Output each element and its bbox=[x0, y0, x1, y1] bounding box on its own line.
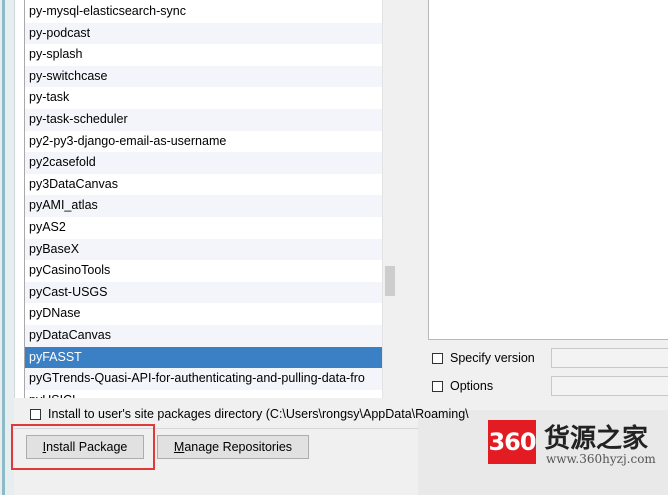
package-list-item[interactable]: py-splash bbox=[25, 44, 382, 66]
package-list-item[interactable]: pyGTrends-Quasi-API-for-authenticating-a… bbox=[25, 368, 382, 390]
options-option[interactable]: Options bbox=[432, 376, 493, 396]
package-list-item[interactable]: pyCasinoTools bbox=[25, 260, 382, 282]
package-list-item[interactable]: py-podcast bbox=[25, 22, 382, 45]
specify-version-label: Specify version bbox=[450, 351, 535, 365]
specify-version-option[interactable]: Specify version bbox=[432, 348, 535, 368]
options-checkbox[interactable] bbox=[432, 380, 443, 392]
window-left-border bbox=[0, 0, 15, 495]
install-button-highlight bbox=[11, 424, 155, 470]
watermark-url: www.360hyzj.com bbox=[546, 452, 656, 466]
watermark-logo: 360 bbox=[488, 420, 537, 464]
package-description-box bbox=[428, 0, 668, 340]
package-list-item[interactable]: py-task-scheduler bbox=[25, 109, 382, 131]
user-site-packages-option[interactable]: Install to user's site packages director… bbox=[30, 404, 488, 424]
available-packages-list[interactable]: py-mysql-elasticsearch-sync py-podcast py-… bbox=[24, 0, 398, 399]
package-list-item[interactable]: pyDataCanvas bbox=[25, 325, 382, 347]
manage-repositories-mnemonic: M bbox=[173, 440, 185, 454]
package-list-item[interactable]: pyDNase bbox=[25, 303, 382, 325]
package-list-item[interactable]: py2casefold bbox=[25, 152, 382, 174]
package-list-item[interactable]: pyCast-USGS bbox=[25, 281, 382, 304]
user-site-packages-label: Install to user's site packages director… bbox=[48, 407, 469, 421]
package-list-item[interactable]: pyAMI_atlas bbox=[25, 195, 382, 217]
version-select[interactable] bbox=[551, 348, 668, 368]
package-list-item[interactable]: py3DataCanvas bbox=[25, 174, 382, 196]
package-list-item[interactable]: py-switchcase bbox=[25, 65, 382, 88]
manage-repositories-button[interactable]: Manage Repositories bbox=[157, 435, 309, 459]
package-list-item[interactable]: py2-py3-django-email-as-username bbox=[25, 131, 382, 153]
package-list-item[interactable]: pyAS2 bbox=[25, 217, 382, 239]
specify-version-checkbox[interactable] bbox=[432, 352, 443, 364]
package-list-item[interactable]: py-task bbox=[25, 87, 382, 109]
manage-repositories-label: anage Repositories bbox=[184, 440, 293, 454]
scrollbar-thumb[interactable] bbox=[385, 266, 395, 296]
package-list-item[interactable]: pyFASST bbox=[25, 346, 382, 369]
options-label: Options bbox=[450, 379, 494, 393]
user-site-packages-checkbox[interactable] bbox=[30, 408, 41, 420]
package-list-item[interactable]: pyBaseX bbox=[25, 238, 382, 261]
watermark-title: 货源之家 bbox=[544, 424, 649, 454]
options-input[interactable] bbox=[551, 376, 668, 396]
package-list-item[interactable]: py-mysql-elasticsearch-sync bbox=[25, 1, 382, 23]
